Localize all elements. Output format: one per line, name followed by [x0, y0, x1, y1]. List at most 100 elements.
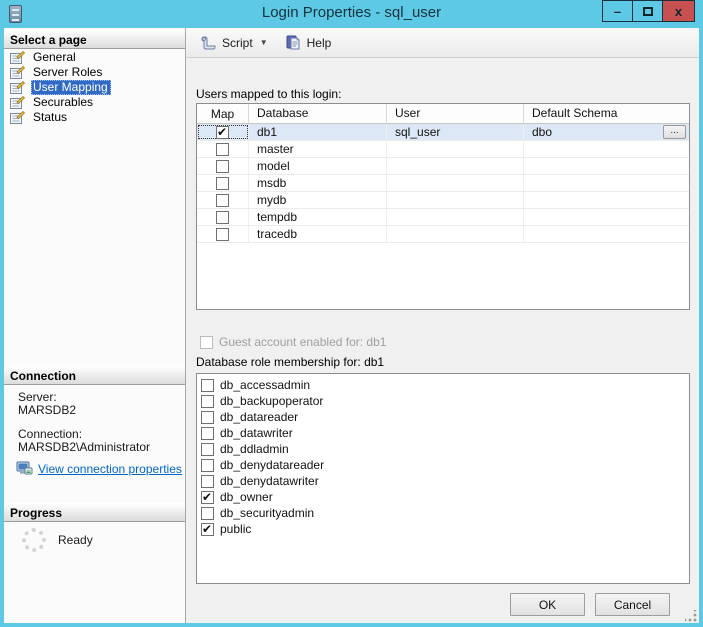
browse-schema-button[interactable]: ... — [663, 125, 686, 139]
role-membership-list: db_accessadmin db_backupoperator db_data… — [196, 373, 690, 584]
page-icon — [10, 96, 25, 109]
maximize-button[interactable] — [632, 0, 663, 22]
user-mapping-table: Map Database User Default Schema db1 sql… — [196, 103, 690, 310]
minimize-icon: – — [613, 3, 622, 19]
sidebar-item-securables[interactable]: Securables — [8, 95, 96, 110]
column-header-map[interactable]: Map — [197, 104, 249, 123]
schema-cell: dbo ... — [524, 124, 689, 140]
map-checkbox[interactable] — [216, 125, 229, 139]
connection-header: Connection — [4, 366, 185, 385]
list-item[interactable]: public — [201, 521, 689, 537]
connection-label: Connection: — [18, 427, 83, 441]
sidebar-item-label: User Mapping — [31, 80, 111, 95]
user-cell — [387, 192, 524, 208]
schema-cell — [524, 226, 689, 242]
list-item[interactable]: db_accessadmin — [201, 377, 689, 393]
page-icon — [10, 111, 25, 124]
database-cell: mydb — [249, 192, 387, 208]
database-cell: model — [249, 158, 387, 174]
table-row[interactable]: msdb — [197, 175, 689, 192]
maximize-icon — [642, 6, 653, 16]
users-mapped-label: Users mapped to this login: — [196, 87, 342, 101]
user-cell — [387, 226, 524, 242]
role-membership-label: Database role membership for: db1 — [196, 355, 385, 369]
list-item[interactable]: db_ddladmin — [201, 441, 689, 457]
role-checkbox[interactable] — [201, 426, 214, 440]
map-checkbox[interactable] — [216, 210, 229, 224]
server-value: MARSDB2 — [18, 403, 77, 417]
column-header-default-schema[interactable]: Default Schema — [524, 104, 689, 123]
role-checkbox[interactable] — [201, 378, 214, 392]
user-cell — [387, 158, 524, 174]
ok-button[interactable]: OK — [510, 593, 585, 616]
role-checkbox[interactable] — [201, 522, 214, 536]
table-row[interactable]: tempdb — [197, 209, 689, 226]
help-label: Help — [306, 35, 332, 50]
map-checkbox[interactable] — [216, 159, 229, 173]
map-checkbox[interactable] — [216, 227, 229, 241]
window-title: Login Properties - sql_user — [261, 4, 442, 21]
list-item[interactable]: db_datareader — [201, 409, 689, 425]
user-cell — [387, 175, 524, 191]
role-checkbox[interactable] — [201, 490, 214, 504]
role-checkbox[interactable] — [201, 442, 214, 456]
map-checkbox[interactable] — [216, 142, 229, 156]
table-header: Map Database User Default Schema — [197, 104, 689, 124]
resize-grip[interactable] — [685, 610, 697, 622]
sidebar-item-status[interactable]: Status — [8, 110, 70, 125]
table-row[interactable]: tracedb — [197, 226, 689, 243]
table-row[interactable]: mydb — [197, 192, 689, 209]
guest-account-row: Guest account enabled for: db1 — [200, 335, 386, 349]
sidebar-item-server-roles[interactable]: Server Roles — [8, 65, 105, 80]
progress-status: Ready — [58, 533, 93, 547]
schema-cell — [524, 192, 689, 208]
guest-account-label: Guest account enabled for: db1 — [219, 335, 387, 349]
table-row[interactable]: db1 sql_user dbo ... — [197, 124, 689, 141]
map-checkbox[interactable] — [216, 193, 229, 207]
table-row[interactable]: model — [197, 158, 689, 175]
sidebar-item-general[interactable]: General — [8, 50, 79, 65]
list-item[interactable]: db_denydatawriter — [201, 473, 689, 489]
sidebar-item-label: Securables — [33, 95, 94, 109]
cancel-button[interactable]: Cancel — [595, 593, 670, 616]
database-cell: tracedb — [249, 226, 387, 242]
role-checkbox[interactable] — [201, 410, 214, 424]
title-bar[interactable]: Login Properties - sql_user – x — [0, 0, 703, 28]
role-checkbox[interactable] — [201, 458, 214, 472]
progress-header: Progress — [4, 503, 185, 522]
close-button[interactable]: x — [662, 0, 695, 22]
role-checkbox[interactable] — [201, 394, 214, 408]
list-item[interactable]: db_backupoperator — [201, 393, 689, 409]
close-icon: x — [674, 3, 683, 19]
page-icon — [10, 66, 25, 79]
sidebar: Select a page General Server Roles User … — [4, 28, 186, 623]
server-label: Server: — [18, 390, 57, 404]
main-panel: Script ▼ Help Users mapped to this login… — [186, 28, 699, 623]
list-item[interactable]: db_denydatareader — [201, 457, 689, 473]
progress-spinner-icon — [22, 528, 46, 552]
help-button[interactable]: Help — [282, 33, 336, 52]
view-connection-properties-link[interactable]: View connection properties — [38, 462, 182, 476]
table-row[interactable]: master — [197, 141, 689, 158]
list-item[interactable]: db_datawriter — [201, 425, 689, 441]
role-checkbox[interactable] — [201, 506, 214, 520]
select-a-page-header: Select a page — [4, 30, 185, 49]
page-icon — [10, 51, 25, 64]
login-properties-dialog: Login Properties - sql_user – x Select a… — [0, 0, 703, 627]
column-header-database[interactable]: Database — [249, 104, 387, 123]
script-button[interactable]: Script ▼ — [196, 33, 272, 52]
database-cell: tempdb — [249, 209, 387, 225]
role-checkbox[interactable] — [201, 474, 214, 488]
database-cell: msdb — [249, 175, 387, 191]
minimize-button[interactable]: – — [602, 0, 633, 22]
connection-properties-icon — [16, 461, 33, 475]
sidebar-item-label: General — [33, 50, 76, 64]
sidebar-item-user-mapping[interactable]: User Mapping — [8, 80, 111, 95]
column-header-user[interactable]: User — [387, 104, 524, 123]
map-checkbox[interactable] — [216, 176, 229, 190]
list-item[interactable]: db_securityadmin — [201, 505, 689, 521]
database-cell: master — [249, 141, 387, 157]
toolbar: Script ▼ Help — [186, 28, 699, 58]
list-item[interactable]: db_owner — [201, 489, 689, 505]
view-connection-properties-row: View connection properties — [16, 461, 182, 476]
